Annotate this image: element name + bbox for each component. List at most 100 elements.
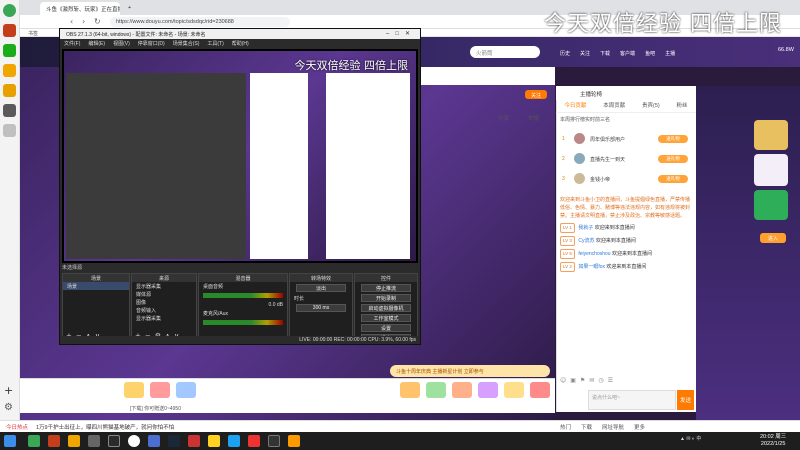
gift-item[interactable] <box>150 382 170 398</box>
taskbar-app-icon[interactable] <box>248 435 260 447</box>
taskbar-app-icon[interactable] <box>68 435 80 447</box>
rank-row[interactable]: 2 直播先生一到天 送礼物 <box>560 152 692 166</box>
new-tab-button[interactable]: + <box>122 2 134 15</box>
gift-item[interactable] <box>400 382 420 398</box>
news-link[interactable]: 热门 <box>560 423 571 431</box>
menu-file[interactable]: 文件(F) <box>64 40 80 47</box>
rank-row[interactable]: 3 金钱小帝 送礼物 <box>560 172 692 186</box>
promo-banner[interactable]: 斗鱼十周年庆典 主播新星计划 立即参与 <box>390 365 550 377</box>
refresh-icon[interactable]: ↻ <box>94 17 101 26</box>
transition-select[interactable]: 淡出 <box>296 284 346 292</box>
download-link[interactable]: 下载 <box>600 50 610 57</box>
gift-item[interactable] <box>426 382 446 398</box>
event-widget[interactable] <box>754 154 788 186</box>
follow-button[interactable]: 关注 <box>525 90 547 99</box>
menu-tools[interactable]: 工具(T) <box>207 40 223 47</box>
virtual-camera-button[interactable]: 启动虚拟摄像机 <box>361 304 411 312</box>
gift-item[interactable] <box>530 382 550 398</box>
source-item[interactable]: 显示器采集 <box>132 314 196 322</box>
forward-icon[interactable]: › <box>82 17 85 26</box>
event-widget[interactable] <box>754 190 788 220</box>
news-link[interactable]: 下载 <box>581 423 592 431</box>
source-item[interactable]: 音频输入 <box>132 306 196 314</box>
rank-badge[interactable]: 送礼物 <box>658 155 688 163</box>
browser-tab[interactable]: 斗鱼《激烈斩、玩家》正在直播 <box>40 2 120 15</box>
taskbar-app-icon[interactable] <box>228 435 240 447</box>
gear-icon[interactable]: ⚙ <box>4 402 13 413</box>
game-icon[interactable] <box>3 64 16 77</box>
stop-stream-button[interactable]: 停止推流 <box>361 284 411 292</box>
scene-item[interactable]: 场景 <box>63 282 129 290</box>
start-icon[interactable] <box>4 435 16 447</box>
gift-item[interactable] <box>478 382 498 398</box>
history-link[interactable]: 历史 <box>560 50 570 57</box>
fishbar-link[interactable]: 鱼吧 <box>645 50 655 57</box>
taskbar-app-icon[interactable] <box>128 435 140 447</box>
news-link[interactable]: 更多 <box>634 423 645 431</box>
rank-row[interactable]: 1 周年俱乐部用户 送礼物 <box>560 132 692 146</box>
rank-badge[interactable]: 送礼物 <box>658 175 688 183</box>
tab-fans[interactable]: 粉丝 <box>677 101 688 112</box>
gift-item[interactable] <box>176 382 196 398</box>
visit-button[interactable]: 进入 <box>760 233 786 243</box>
add-icon[interactable]: + <box>4 384 13 397</box>
chat-username[interactable]: 我就子 <box>578 225 593 231</box>
obs-preview[interactable]: 今天双倍经验 四倍上限 <box>62 49 418 263</box>
source-item[interactable]: 显示器采集 <box>132 282 196 290</box>
share-button[interactable]: 分享 <box>498 114 509 122</box>
chat-toolbar[interactable]: ☺▣⚑✉◷☰ <box>560 377 692 384</box>
source-item[interactable]: 媒体源 <box>132 290 196 298</box>
taskbar-app-icon[interactable] <box>208 435 220 447</box>
chat-app-icon[interactable] <box>3 44 16 57</box>
taskbar-app-icon[interactable] <box>168 435 180 447</box>
news-headline[interactable]: 1万9千护士出征上，曝四川熊猫基地破产，就问你怕不怕 <box>36 423 174 431</box>
menu-view[interactable]: 视图(V) <box>113 40 130 47</box>
studio-mode-button[interactable]: 工作室模式 <box>361 314 411 322</box>
music-icon[interactable] <box>3 84 16 97</box>
taskbar-app-icon[interactable] <box>148 435 160 447</box>
duration-input[interactable]: 300 ms <box>296 304 346 312</box>
menu-scene-collection[interactable]: 场景集合(S) <box>173 40 200 47</box>
menu-docks[interactable]: 停靠窗口(D) <box>138 40 165 47</box>
anchor-link[interactable]: 主播 <box>665 50 675 57</box>
search-input[interactable]: 火箭筒 <box>470 46 540 58</box>
taskbar-app-icon[interactable] <box>108 435 120 447</box>
send-button[interactable]: 发送 <box>677 390 694 410</box>
chat-username[interactable]: feiyenchoshou <box>578 251 610 257</box>
store-icon[interactable] <box>3 124 16 137</box>
chat-input[interactable]: 说点什么吧~ <box>588 390 676 410</box>
follow-link[interactable]: 关注 <box>580 50 590 57</box>
system-tray[interactable]: ▲ ✉ ◐ 中 <box>680 435 701 442</box>
clock[interactable]: 20:02 周三 2022/1/25 <box>760 434 786 448</box>
url-input[interactable]: https://www.douyu.com/topic/sdsdqc/rid=2… <box>110 17 290 27</box>
back-icon[interactable]: ‹ <box>70 17 73 26</box>
menu-edit[interactable]: 编辑(E) <box>88 40 105 47</box>
source-item[interactable]: 图像 <box>132 298 196 306</box>
tab-today[interactable]: 今日贡献 <box>564 101 586 112</box>
tab-week[interactable]: 本周贡献 <box>603 101 625 112</box>
taskbar-app-icon[interactable] <box>268 435 280 447</box>
gift-item[interactable] <box>124 382 144 398</box>
taskbar-app-icon[interactable] <box>288 435 300 447</box>
settings-button[interactable]: 设置 <box>361 324 411 332</box>
taskbar-app-icon[interactable] <box>88 435 100 447</box>
gift-item[interactable] <box>504 382 524 398</box>
search-app-icon[interactable] <box>3 104 16 117</box>
report-button[interactable]: 举报 <box>528 114 539 122</box>
window-controls[interactable]: –□✕ <box>386 30 416 37</box>
ppt-icon[interactable] <box>3 24 16 37</box>
taskbar-app-icon[interactable] <box>48 435 60 447</box>
news-link[interactable]: 网址导航 <box>602 423 624 431</box>
chat-username[interactable]: Cy流苏 <box>578 238 594 244</box>
event-widget[interactable] <box>754 120 788 150</box>
rank-badge[interactable]: 送礼物 <box>658 135 688 143</box>
edge-icon[interactable] <box>3 4 16 17</box>
start-recording-button[interactable]: 开始录制 <box>361 294 411 302</box>
tab-vip[interactable]: 贵宾(5) <box>642 101 660 112</box>
chat-username[interactable]: 如果一眼fox <box>578 264 605 270</box>
taskbar-app-icon[interactable] <box>188 435 200 447</box>
menu-help[interactable]: 帮助(H) <box>232 40 249 47</box>
taskbar-app-icon[interactable] <box>28 435 40 447</box>
client-link[interactable]: 客户端 <box>620 50 635 57</box>
gift-item[interactable] <box>452 382 472 398</box>
